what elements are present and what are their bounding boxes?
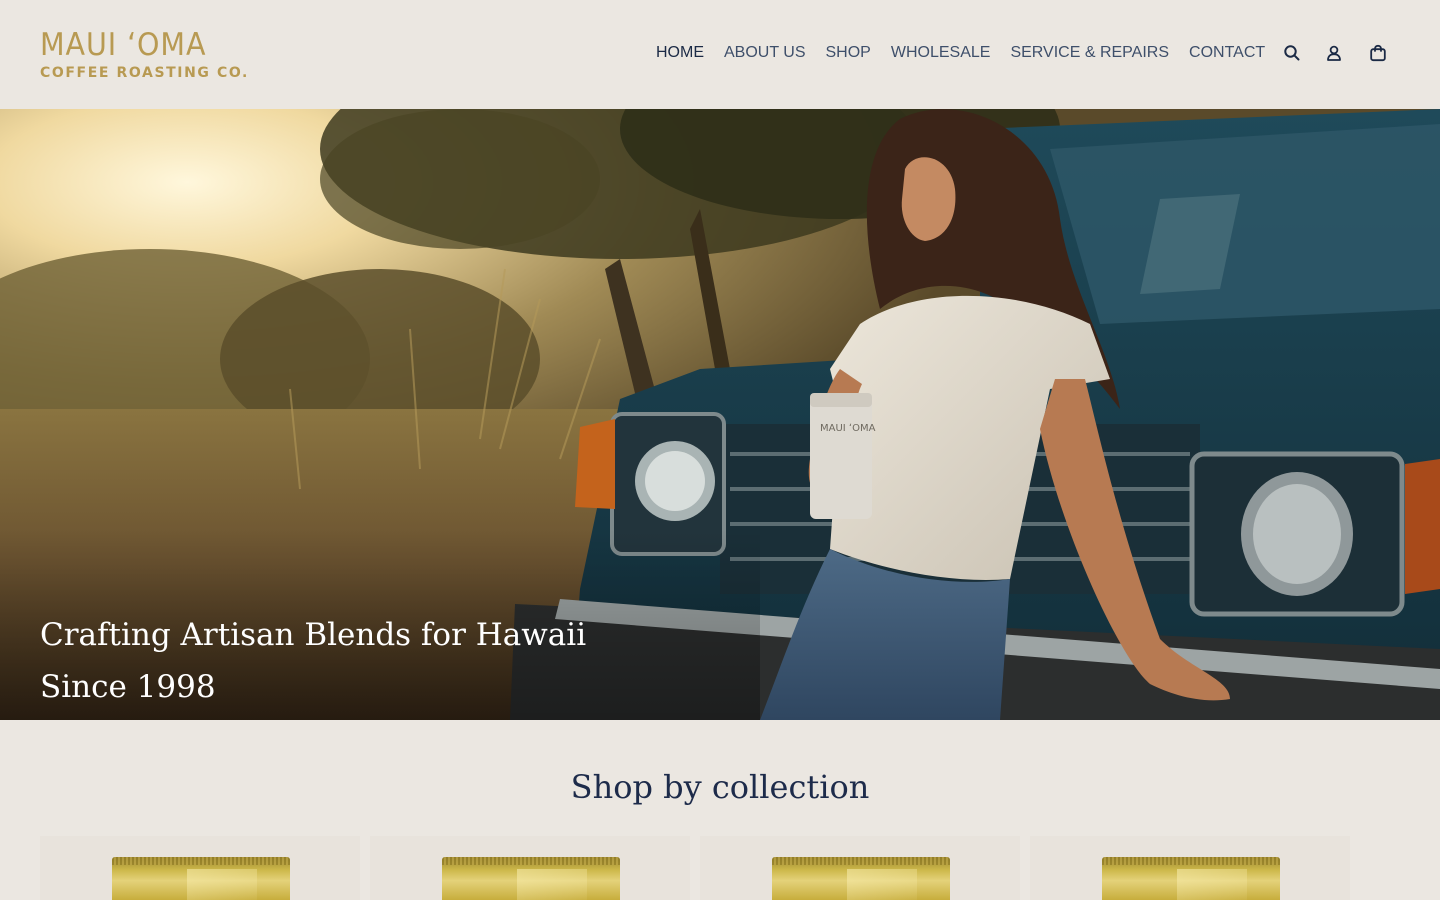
coffee-bag-image (112, 857, 290, 900)
brand-logo-wordmark: MAUI ʻOMA (40, 27, 207, 63)
hero-headline-line1: Crafting Artisan Blends for Hawaii (40, 617, 587, 653)
tumbler-logo-text: MAUI ʻOMA (820, 423, 876, 434)
nav-item-contact[interactable]: CONTACT (1189, 43, 1265, 63)
collection-grid (40, 836, 1400, 900)
collection-card[interactable] (370, 836, 690, 900)
coffee-bag-image (1102, 857, 1280, 900)
search-icon (1284, 45, 1300, 61)
coffee-bag-image (772, 857, 950, 900)
hero-headline: Crafting Artisan Blends for Hawaii Since… (40, 609, 600, 713)
account-icon (1327, 45, 1341, 61)
nav-item-wholesale[interactable]: WHOLESALE (891, 43, 991, 63)
nav-item-home[interactable]: HOME (656, 43, 704, 63)
cart-button[interactable] (1369, 44, 1387, 62)
collection-card[interactable] (700, 836, 1020, 900)
collection-card[interactable] (40, 836, 360, 900)
nav-item-shop[interactable]: SHOP (826, 43, 871, 63)
brand-logo[interactable]: MAUI ʻOMA COFFEE ROASTING CO. (40, 28, 249, 82)
cart-icon (1370, 44, 1386, 62)
nav-item-about-us[interactable]: ABOUT US (724, 43, 806, 63)
hero-banner: MAUI ʻOMA Crafting Artisan Blends for Ha… (0, 109, 1440, 720)
nav-item-service-repairs[interactable]: SERVICE & REPAIRS (1010, 43, 1169, 63)
brand-logo-tagline: COFFEE ROASTING CO. (40, 65, 249, 81)
hero-headline-line2: Since 1998 (40, 669, 216, 705)
main-nav: HOME ABOUT US SHOP WHOLESALE SERVICE & R… (656, 43, 1265, 63)
collection-card[interactable] (1030, 836, 1350, 900)
account-button[interactable] (1325, 44, 1343, 62)
coffee-bag-image (442, 857, 620, 900)
site-header: MAUI ʻOMA COFFEE ROASTING CO. HOME ABOUT… (0, 0, 1440, 109)
collections-heading: Shop by collection (570, 768, 870, 806)
search-button[interactable] (1283, 44, 1301, 62)
